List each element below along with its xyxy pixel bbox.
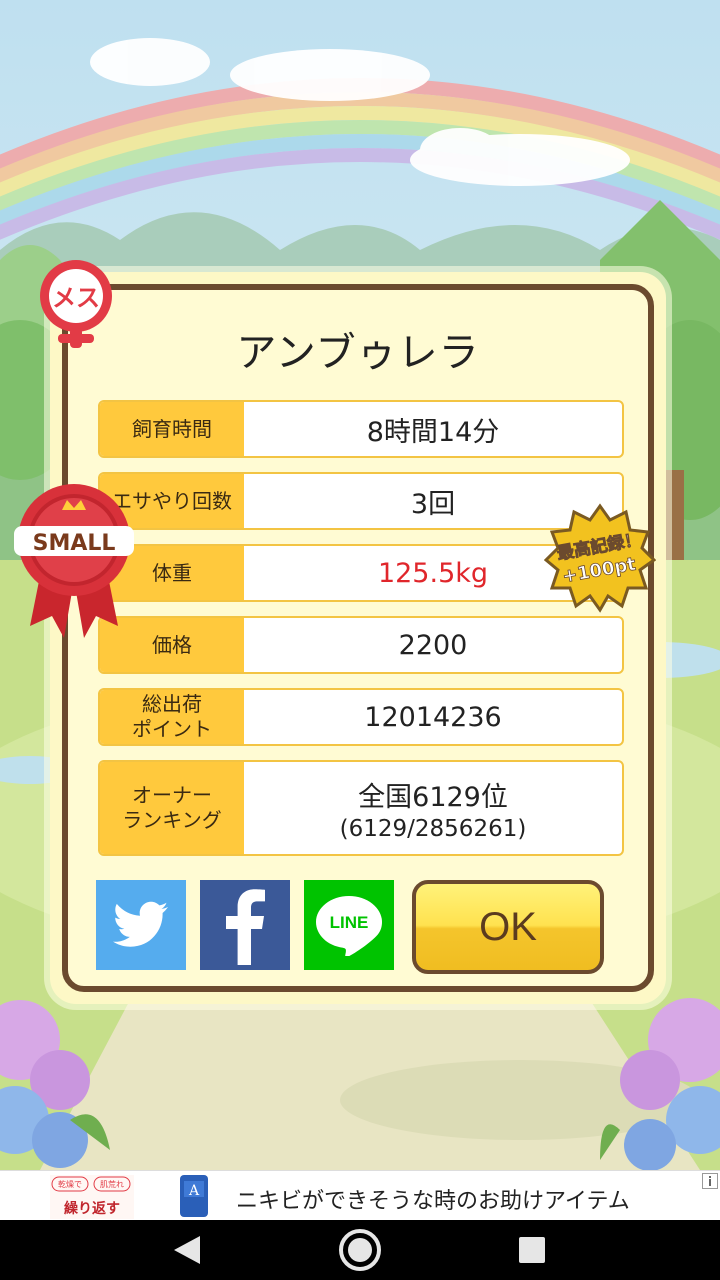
ranking-sub: (6129/2856261) (339, 815, 527, 842)
ad-thumb-tag2: 肌荒れ (100, 1179, 124, 1189)
stat-label-line2: ランキング (122, 808, 222, 832)
ok-button[interactable]: OK (412, 880, 604, 974)
ad-product-letter: A (188, 1183, 200, 1199)
stat-row-owner-ranking: オーナー ランキング 全国6129位 (6129/2856261) (98, 760, 624, 856)
stat-row-total-points: 総出荷 ポイント 12014236 (98, 688, 624, 746)
twitter-share-button[interactable] (96, 880, 186, 970)
result-dialog: アンブゥレラ 飼育時間 8時間14分 エサやり回数 3回 体重 125.5kg … (50, 272, 666, 1004)
ad-text: ニキビができそうな時のお助けアイテム (236, 1189, 630, 1214)
stat-label: 総出荷 ポイント (100, 690, 244, 744)
stat-row-raising-time: 飼育時間 8時間14分 (98, 400, 624, 458)
stat-row-price: 価格 2200 (98, 616, 624, 674)
stat-label-line1: 総出荷 (142, 692, 202, 716)
stat-label: オーナー ランキング (100, 762, 244, 854)
ad-product-image: A (176, 1173, 212, 1219)
ad-banner[interactable]: 乾燥で 肌荒れ 繰り返す A ニキビができそうな時のお助けアイテム (0, 1170, 720, 1221)
pet-name: アンブゥレラ (236, 330, 480, 376)
female-gender-badge: メス (34, 258, 124, 354)
line-share-button[interactable]: LINE (304, 880, 394, 970)
ad-thumb-tag1: 乾燥で (58, 1179, 82, 1189)
ranking-main: 全国6129位 (358, 781, 508, 813)
female-symbol-icon: メス (40, 260, 112, 348)
ad-thumb-text: 繰り返す (64, 1200, 120, 1217)
home-circle-icon (339, 1229, 381, 1271)
starburst-icon: 最高記録！ +100pt (543, 503, 657, 613)
stat-value: 12014236 (364, 701, 502, 733)
result-dialog-frame: アンブゥレラ 飼育時間 8時間14分 エサやり回数 3回 体重 125.5kg … (62, 284, 654, 992)
ad-thumbnail: 乾燥で 肌荒れ 繰り返す (50, 1175, 134, 1219)
stat-label-line2: ポイント (132, 717, 212, 741)
stat-value: 8時間14分 (366, 416, 500, 448)
record-starburst-badge: 最高記録！ +100pt (543, 502, 657, 618)
back-triangle-icon (174, 1236, 200, 1264)
stat-label: 飼育時間 (100, 402, 244, 456)
nav-back-button[interactable] (142, 1220, 232, 1280)
line-label: LINE (329, 913, 369, 932)
size-ribbon-badge: SMALL (12, 476, 136, 648)
facebook-f-icon (226, 889, 265, 965)
size-badge-text: SMALL (33, 531, 116, 556)
ribbon-medal-icon: SMALL (14, 484, 134, 638)
stat-label-line1: オーナー (132, 783, 212, 807)
system-navigation-bar (0, 1220, 720, 1280)
recents-square-icon (519, 1237, 545, 1263)
nav-recents-button[interactable] (487, 1220, 577, 1280)
stat-value: 2200 (398, 629, 468, 661)
facebook-share-button[interactable] (200, 880, 290, 970)
gender-badge-text: メス (52, 284, 100, 312)
nav-home-button[interactable] (315, 1220, 405, 1280)
ad-info-icon[interactable] (702, 1173, 718, 1189)
twitter-bird-icon (113, 901, 168, 947)
stat-value-ranking: 全国6129位 (6129/2856261) (244, 762, 622, 854)
